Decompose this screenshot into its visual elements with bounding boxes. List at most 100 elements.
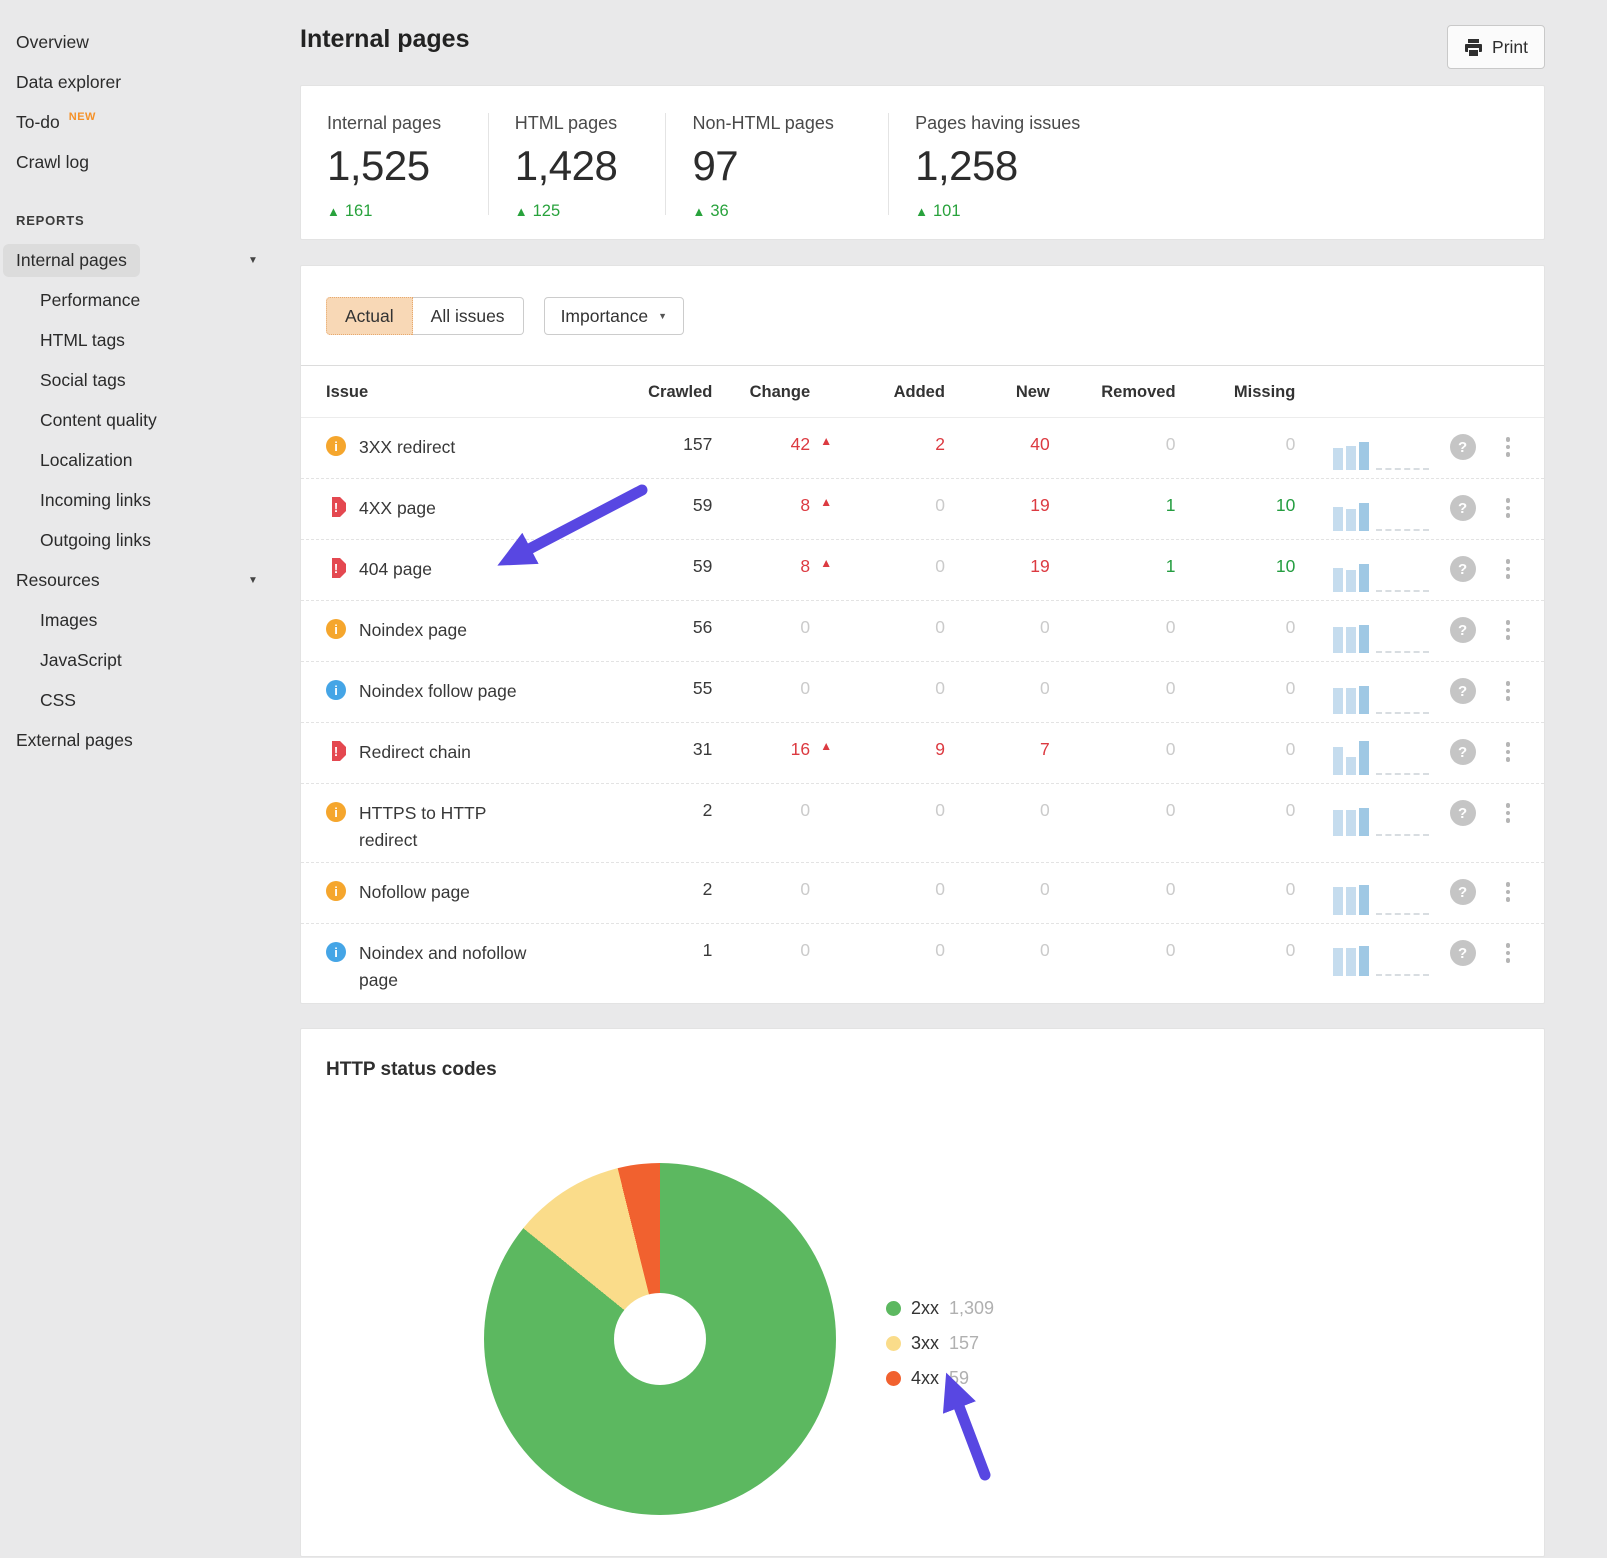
kebab-menu-icon[interactable]	[1506, 739, 1511, 762]
sidebar-item-crawl-log[interactable]: Crawl log	[16, 142, 300, 182]
sidebar-item-social-tags[interactable]: Social tags	[16, 360, 300, 400]
http-status-card: HTTP status codes 2xx1,3093xx1574xx59	[300, 1028, 1545, 1557]
legend-item-3xx: 3xx157	[886, 1326, 994, 1361]
help-icon[interactable]: ?	[1450, 556, 1476, 582]
kebab-menu-icon[interactable]	[1506, 678, 1511, 701]
sparkline-cell	[1295, 940, 1435, 976]
sidebar-item-internal-pages[interactable]: Internal pages▼	[16, 240, 300, 280]
triangle-up-icon	[810, 617, 832, 638]
http-status-donut-chart[interactable]	[484, 1163, 836, 1515]
tab-actual[interactable]: Actual	[326, 297, 413, 335]
sidebar-item-label: Performance	[40, 290, 140, 311]
sidebar-item-resources[interactable]: Resources▼	[16, 560, 300, 600]
table-row-3xx-redirect[interactable]: i3XX redirect15742▲24000?	[301, 418, 1544, 478]
sparkline-cell	[1295, 434, 1435, 470]
help-icon[interactable]: ?	[1450, 739, 1476, 765]
crawled-value: 2	[616, 879, 713, 900]
sidebar-item-html-tags[interactable]: HTML tags	[16, 320, 300, 360]
sparkline-chart	[1333, 800, 1435, 836]
crawled-value: 31	[616, 739, 713, 760]
stat-delta: ▲101	[915, 202, 1544, 221]
issue-label: HTTPS to HTTP redirect	[359, 800, 544, 854]
sidebar-item-label: Social tags	[40, 370, 126, 391]
spark-bar	[1346, 887, 1356, 915]
kebab-menu-icon[interactable]	[1506, 495, 1511, 518]
sparkline-chart	[1333, 495, 1435, 531]
kebab-menu-icon[interactable]	[1506, 800, 1511, 823]
kebab-menu-icon[interactable]	[1506, 940, 1511, 963]
help-icon[interactable]: ?	[1450, 879, 1476, 905]
sidebar-item-label: Crawl log	[16, 152, 89, 173]
warning-icon: i	[326, 802, 346, 822]
table-row-noindex-page[interactable]: iNoindex page5600000?	[301, 600, 1544, 661]
spark-bar	[1346, 570, 1356, 592]
stat-label: Pages having issues	[915, 113, 1544, 134]
spark-bar	[1359, 625, 1369, 653]
sidebar-item-external-pages[interactable]: External pages	[16, 720, 300, 760]
sidebar: OverviewData explorerTo-doNEWCrawl logRE…	[0, 0, 300, 760]
stat-label: Internal pages	[327, 113, 488, 134]
issue-label: Noindex follow page	[359, 678, 517, 705]
help-cell: ?	[1435, 556, 1490, 582]
spark-baseline	[1376, 773, 1429, 775]
issue-cell: !404 page	[326, 556, 616, 583]
tab-all-issues[interactable]: All issues	[413, 297, 524, 335]
sidebar-item-data-explorer[interactable]: Data explorer	[16, 62, 300, 102]
missing-value: 10	[1176, 495, 1296, 516]
issue-cell: !4XX page	[326, 495, 616, 522]
removed-value: 1	[1050, 556, 1176, 577]
table-row-redirect-chain[interactable]: !Redirect chain3116▲9700?	[301, 722, 1544, 783]
print-button[interactable]: Print	[1447, 25, 1545, 69]
sparkline-cell	[1295, 495, 1435, 531]
help-icon[interactable]: ?	[1450, 678, 1476, 704]
stat-label: HTML pages	[515, 113, 666, 134]
table-row-4xx-page[interactable]: !4XX page598▲019110?	[301, 478, 1544, 539]
change-number: 0	[712, 617, 810, 638]
spark-bar	[1346, 509, 1356, 531]
table-row-nofollow-page[interactable]: iNofollow page200000?	[301, 862, 1544, 923]
sidebar-item-images[interactable]: Images	[16, 600, 300, 640]
kebab-menu-icon[interactable]	[1506, 617, 1511, 640]
stat-delta-value: 101	[933, 202, 961, 220]
stat-delta-value: 161	[345, 202, 373, 220]
stat-value: 1,258	[915, 142, 1544, 190]
sidebar-item-label: Data explorer	[16, 72, 121, 93]
sidebar-item-performance[interactable]: Performance	[16, 280, 300, 320]
table-row-noindex-follow-page[interactable]: iNoindex follow page5500000?	[301, 661, 1544, 722]
sidebar-item-localization[interactable]: Localization	[16, 440, 300, 480]
removed-value: 0	[1050, 800, 1176, 821]
kebab-menu-icon[interactable]	[1506, 879, 1511, 902]
warning-icon: i	[326, 881, 346, 901]
spark-bar	[1346, 446, 1356, 470]
table-row-404-page[interactable]: !404 page598▲019110?	[301, 539, 1544, 600]
triangle-up-icon: ▲	[810, 556, 832, 577]
stat-value: 1,525	[327, 142, 488, 190]
kebab-menu-icon[interactable]	[1506, 434, 1511, 457]
kebab-menu-icon[interactable]	[1506, 556, 1511, 579]
help-icon[interactable]: ?	[1450, 940, 1476, 966]
spark-baseline	[1376, 468, 1429, 470]
help-icon[interactable]: ?	[1450, 495, 1476, 521]
sidebar-item-outgoing-links[interactable]: Outgoing links	[16, 520, 300, 560]
sidebar-item-javascript[interactable]: JavaScript	[16, 640, 300, 680]
new-value: 7	[945, 739, 1050, 760]
error-icon: !	[326, 497, 346, 517]
table-row-noindex-and-nofollow-page[interactable]: iNoindex and nofollow page100000?	[301, 923, 1544, 1002]
sidebar-item-content-quality[interactable]: Content quality	[16, 400, 300, 440]
help-icon[interactable]: ?	[1450, 434, 1476, 460]
sidebar-item-overview[interactable]: Overview	[16, 22, 300, 62]
stat-delta: ▲125	[515, 202, 666, 221]
table-row-https-to-http-redirect[interactable]: iHTTPS to HTTP redirect200000?	[301, 783, 1544, 862]
change-number: 0	[712, 879, 810, 900]
sidebar-item-css[interactable]: CSS	[16, 680, 300, 720]
sidebar-item-to-do[interactable]: To-doNEW	[16, 102, 300, 142]
help-icon[interactable]: ?	[1450, 617, 1476, 643]
crawled-value: 1	[616, 940, 713, 961]
spark-baseline	[1376, 529, 1429, 531]
sparkline-cell	[1295, 879, 1435, 915]
help-icon[interactable]: ?	[1450, 800, 1476, 826]
added-value: 0	[832, 879, 945, 900]
sidebar-item-incoming-links[interactable]: Incoming links	[16, 480, 300, 520]
importance-dropdown[interactable]: Importance ▼	[544, 297, 684, 335]
legend-dot	[886, 1371, 901, 1386]
